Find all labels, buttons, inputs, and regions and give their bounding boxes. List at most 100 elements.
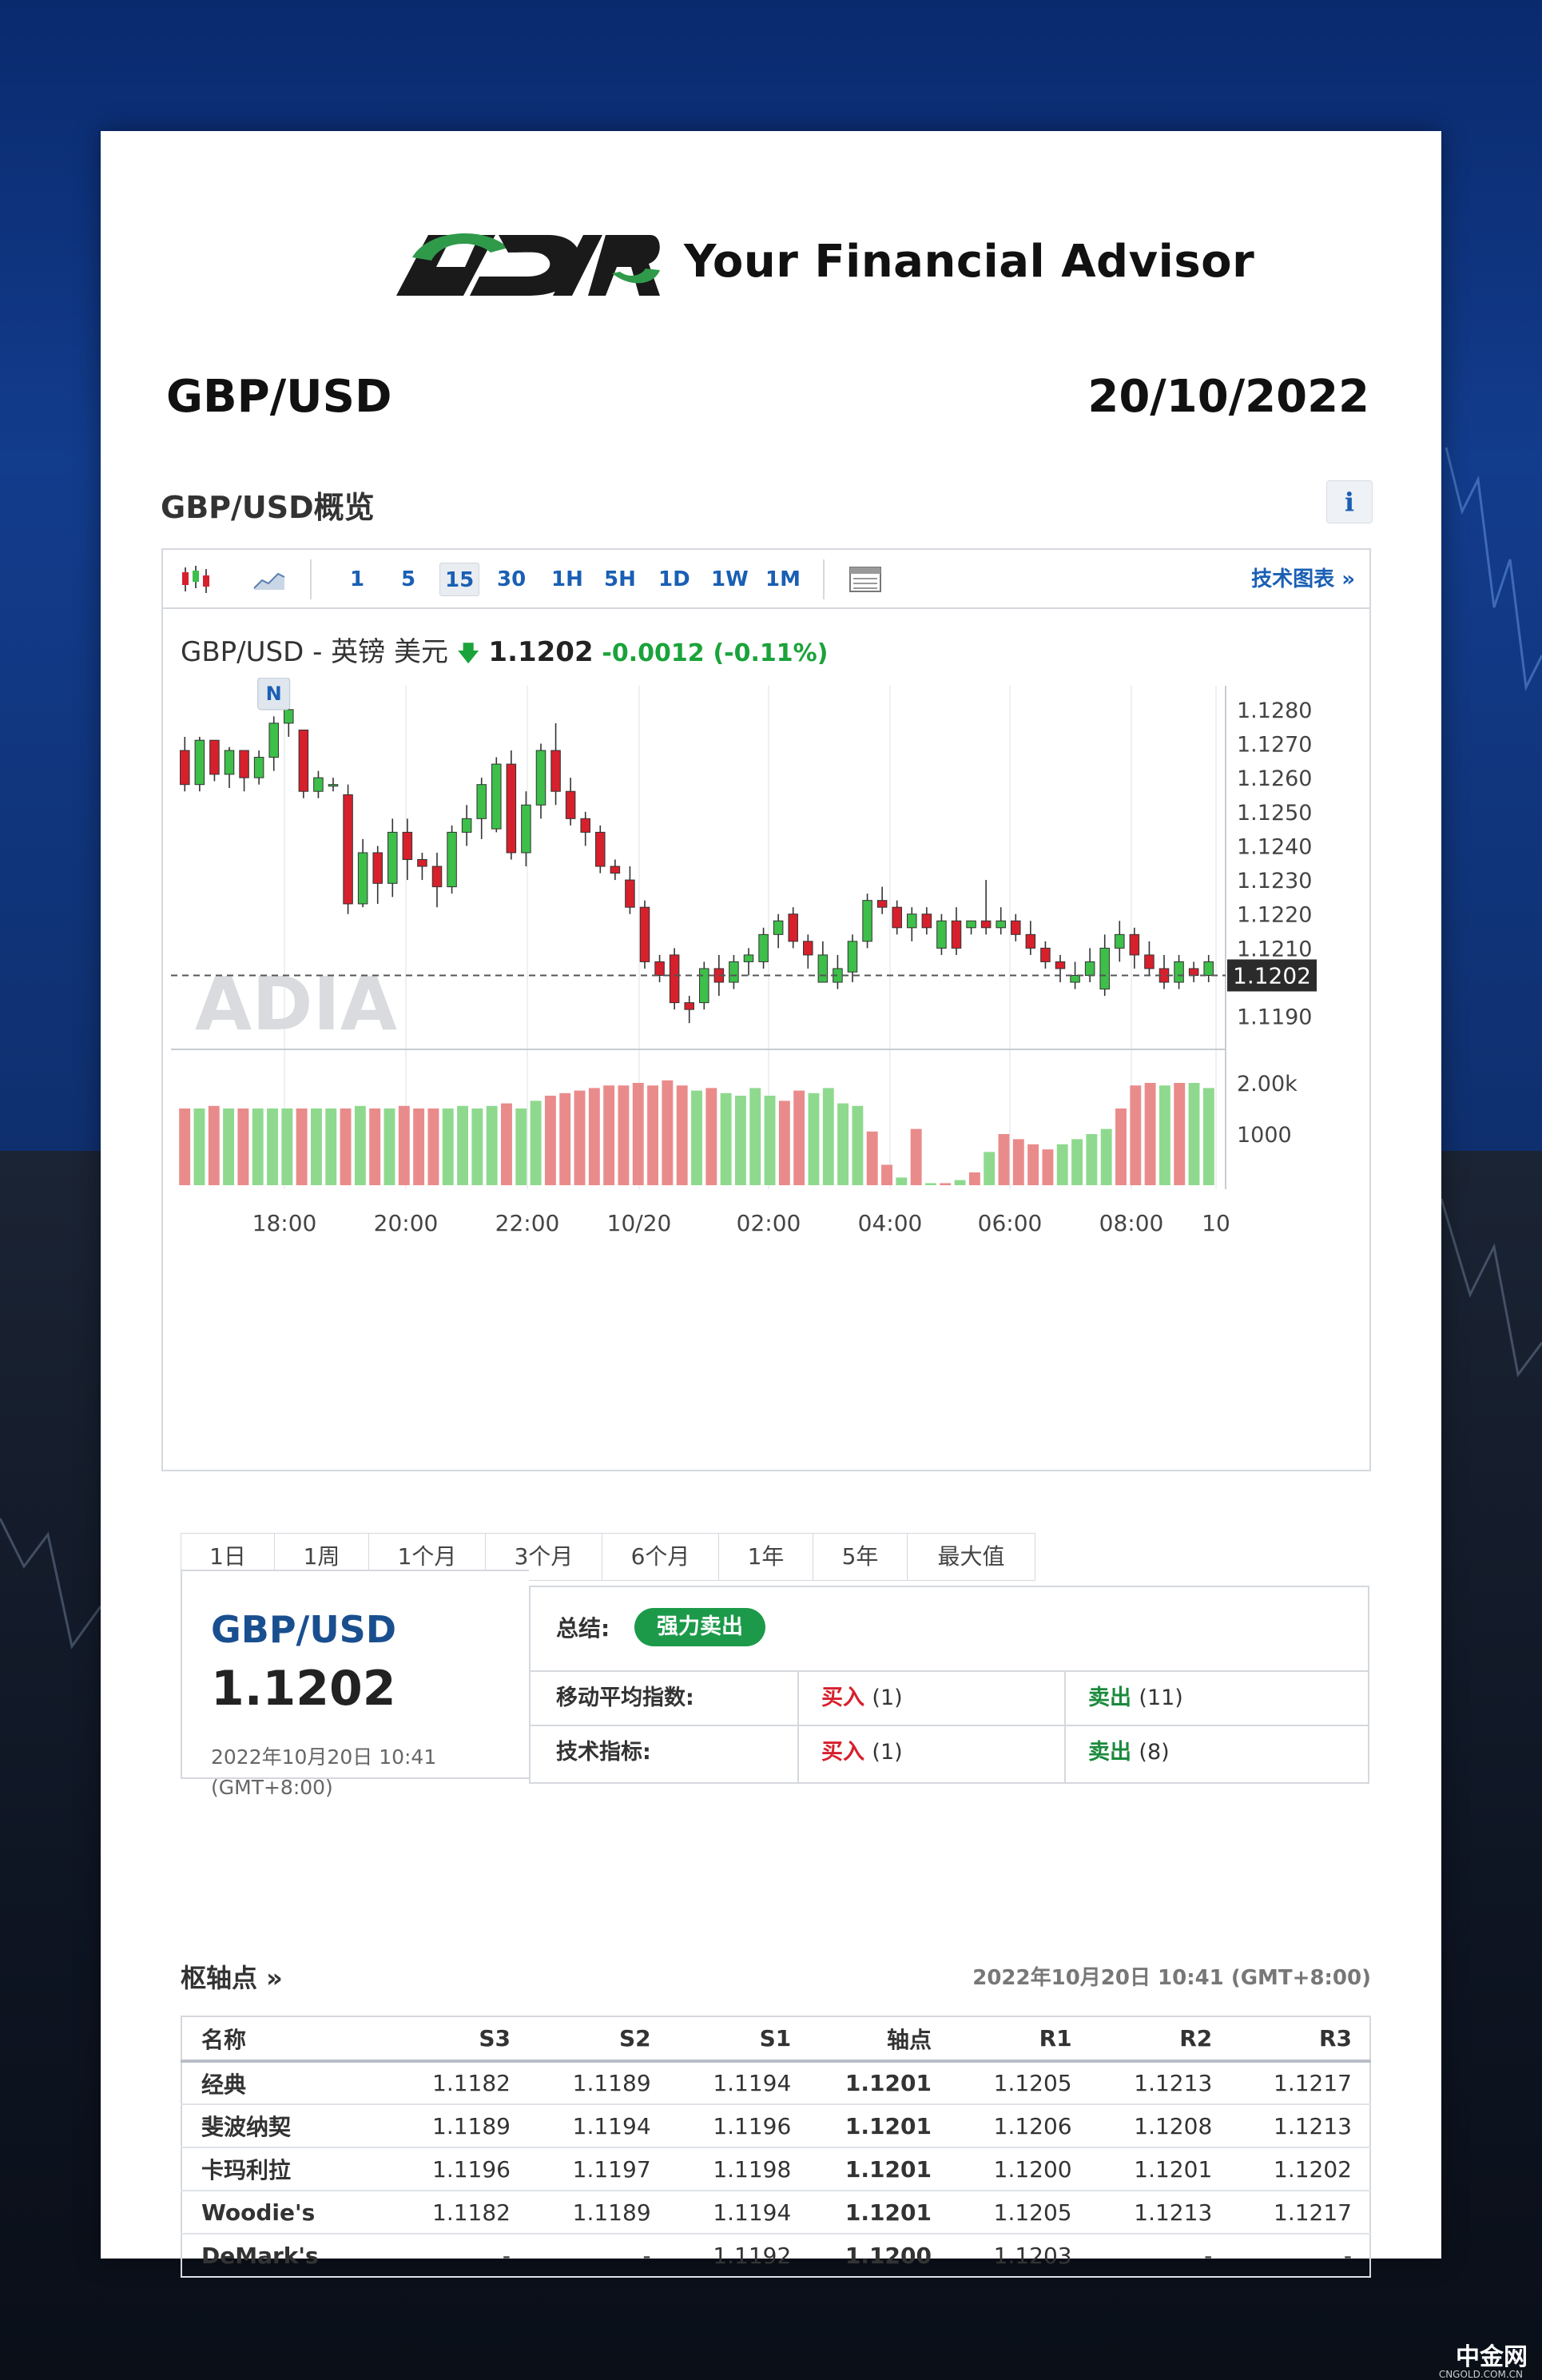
- candle-body: [921, 913, 932, 929]
- pivot-row-name: 斐波纳契: [181, 2104, 388, 2148]
- pivot-body: 经典 1.1182 1.1189 1.1194 1.1201 1.1205 1.1213 1.…: [181, 2061, 1370, 2278]
- pivot-cell: 1.1196: [387, 2147, 528, 2191]
- pivot-cell: 1.1201: [809, 2061, 949, 2105]
- summary-quote-panel: GBP/USD 1.1202 2022年10月20日 10:41 (GMT+8:…: [181, 1570, 529, 1799]
- pivot-col-header: R1: [948, 2016, 1090, 2063]
- x-tick-label: 22:00: [495, 1210, 560, 1236]
- y-tick-label: 1.1280: [1237, 698, 1312, 723]
- candle-body: [476, 784, 487, 819]
- candle-body: [284, 709, 294, 724]
- pivot-row: DeMark's - -1.1192 1.1200 1.1203- -: [181, 2234, 1370, 2278]
- range-tab-6[interactable]: 5年: [813, 1533, 908, 1581]
- candle-body: [565, 790, 576, 819]
- pivot-cell: 1.1200: [809, 2234, 949, 2278]
- pivot-cell: 1.1194: [668, 2061, 809, 2105]
- table-icon[interactable]: [847, 564, 884, 595]
- candle-body: [535, 750, 546, 806]
- volume-bar: [179, 1108, 191, 1185]
- candle-body: [268, 722, 279, 758]
- volume-bar: [588, 1088, 600, 1185]
- volume-bar: [193, 1108, 205, 1185]
- candle-body: [313, 777, 324, 792]
- toolbar-divider: [310, 559, 312, 599]
- y-tick-label: 1.1210: [1237, 937, 1312, 961]
- pivot-cell: 1.1213: [1089, 2061, 1230, 2105]
- y-tick-label: 1.1240: [1237, 834, 1312, 859]
- x-tick-label: 06:00: [978, 1210, 1043, 1236]
- y-tick-label: 1.1260: [1237, 766, 1312, 791]
- summary-row-ma: 移动平均指数: 买入 (1) 卖出 (11): [531, 1670, 1368, 1725]
- volume-bar: [384, 1108, 395, 1185]
- volume-bar: [866, 1131, 878, 1185]
- candle-body: [372, 852, 383, 884]
- area-chart-icon[interactable]: [251, 564, 288, 595]
- interval-1[interactable]: 1: [345, 563, 369, 596]
- candle-body: [1129, 933, 1140, 956]
- volume-bar: [457, 1105, 468, 1185]
- candle-body: [580, 818, 590, 833]
- volume-bar: [896, 1177, 908, 1185]
- info-button[interactable]: i: [1326, 480, 1373, 523]
- pivot-cell: 1.1208: [1089, 2104, 1230, 2148]
- x-tick-label: 10/20: [607, 1210, 672, 1236]
- pivot-title[interactable]: 枢轴点 »: [181, 1958, 283, 1995]
- candle-body: [951, 920, 962, 949]
- volume-bar: [837, 1103, 849, 1185]
- candle-body: [1025, 933, 1036, 949]
- y-tick-label: 1.1190: [1237, 1005, 1312, 1030]
- summary-price: 1.1202: [211, 1661, 396, 1717]
- volume-bar: [310, 1108, 322, 1185]
- volume-bar: [530, 1100, 542, 1185]
- interval-5h[interactable]: 5H: [599, 563, 641, 596]
- pivot-col-header: R3: [1230, 2016, 1370, 2063]
- volume-bar: [647, 1085, 659, 1185]
- candle-body: [1174, 961, 1184, 983]
- interval-30[interactable]: 30: [492, 563, 531, 596]
- range-tab-4[interactable]: 6个月: [602, 1533, 719, 1581]
- pivot-cell: 1.1205: [948, 2191, 1090, 2235]
- pivot-cell: -: [1230, 2234, 1370, 2278]
- pivot-cell: 1.1201: [809, 2104, 949, 2148]
- candle-body: [298, 729, 309, 792]
- tech-chart-link[interactable]: 技术图表 »: [1251, 563, 1355, 596]
- pivot-cell: 1.1217: [1230, 2191, 1370, 2235]
- indicator-sell: 卖出 (8): [1088, 1726, 1170, 1779]
- chart-price: 1.1202: [488, 636, 594, 668]
- interval-15[interactable]: 15: [439, 563, 480, 596]
- candle-body: [803, 941, 813, 956]
- pivot-cell: 1.1192: [668, 2234, 809, 2278]
- pivot-row: Woodie's 1.1182 1.1189 1.1194 1.1201 1.1205 1.…: [181, 2191, 1370, 2235]
- news-marker-label: N: [266, 683, 282, 705]
- chart-heading: GBP/USD - 英镑 美元 🡇 1.1202 -0.0012 (-0.11%…: [181, 630, 828, 675]
- interval-5[interactable]: 5: [396, 563, 420, 596]
- volume-bar: [881, 1164, 892, 1185]
- summary-pair[interactable]: GBP/USD: [211, 1608, 396, 1651]
- volume-bar: [998, 1134, 1010, 1185]
- candlestick-icon[interactable]: [177, 564, 214, 595]
- volume-bar: [1144, 1083, 1156, 1185]
- volume-bar: [910, 1128, 922, 1185]
- pivot-cell: 1.1202: [1230, 2147, 1370, 2191]
- candle-body: [343, 794, 353, 905]
- interval-1w[interactable]: 1W: [706, 563, 753, 596]
- pivot-cell: 1.1198: [668, 2147, 809, 2191]
- interval-1h[interactable]: 1H: [546, 563, 588, 596]
- candle-body: [773, 920, 784, 935]
- candle-body: [936, 920, 947, 949]
- interval-1d[interactable]: 1D: [654, 563, 695, 596]
- pivot-col-header: 轴点: [809, 2016, 949, 2063]
- candle-body: [194, 739, 205, 786]
- range-tab-5[interactable]: 1年: [719, 1533, 813, 1581]
- interval-1m[interactable]: 1M: [761, 563, 805, 596]
- indicator-label: 技术指标:: [556, 1740, 651, 1765]
- range-tab-7[interactable]: 最大值: [908, 1533, 1035, 1581]
- current-price-label: 1.1202: [1233, 963, 1311, 989]
- pivot-row-name: 卡玛利拉: [181, 2147, 388, 2191]
- candle-body: [758, 933, 769, 962]
- site-watermark-sub: CNGOLD.COM.CN: [1438, 2369, 1523, 2380]
- pivot-col-header: 名称: [181, 2016, 388, 2063]
- x-tick-label: 18:00: [252, 1210, 317, 1236]
- x-tick-label: 10: [1202, 1210, 1230, 1236]
- price-chart[interactable]: ADIA N 1.1202 1.1280 1.1270 1.1260 1.1250 1.124…: [163, 678, 1369, 1269]
- volume-bar: [852, 1105, 864, 1185]
